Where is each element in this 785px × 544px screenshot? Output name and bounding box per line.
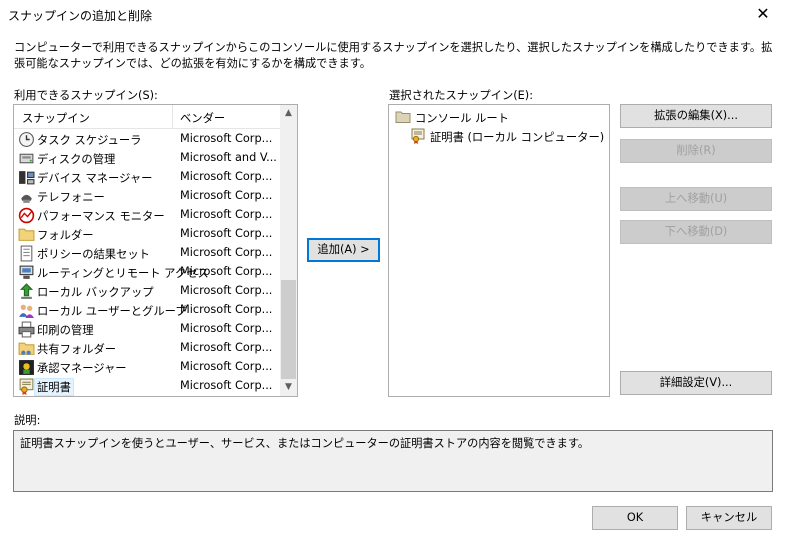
column-header-snapin[interactable]: スナップイン [22,110,90,126]
list-item[interactable]: 印刷の管理 Microsoft Corp... [14,320,282,339]
list-item[interactable]: パフォーマンス モニター Microsoft Corp... [14,206,282,225]
list-item[interactable]: テレフォニー Microsoft Corp... [14,187,282,206]
certificate-icon [19,378,34,395]
snapin-name: テレフォニー [37,191,105,204]
snapin-vendor: Microsoft Corp... [180,227,273,240]
remove-button[interactable]: 削除(R) [620,139,772,163]
tree-node-label: 証明書 (ローカル コンピューター) [430,131,605,144]
snapin-name: ローカル バックアップ [37,286,154,299]
snapin-vendor: Microsoft Corp... [180,246,273,259]
scroll-down-icon[interactable]: ▼ [280,379,297,396]
snapin-vendor: Microsoft Corp... [180,284,273,297]
snapin-vendor: Microsoft Corp... [180,341,273,354]
telephony-icon [21,194,32,203]
list-item[interactable]: フォルダー Microsoft Corp... [14,225,282,244]
snapin-vendor: Microsoft Corp... [180,208,273,221]
list-rows: タスク スケジューラ Microsoft Corp... ディスクの管理 Micros… [14,130,282,396]
printer-icon [18,321,35,338]
clock-icon [19,132,34,147]
explanation-box: 証明書スナップインを使うとユーザー、サービス、またはコンピューターの証明書ストア… [13,430,773,492]
tree-node-label: コンソール ルート [415,112,509,125]
title-bar: スナップインの追加と削除 ✕ [0,0,785,30]
available-snapins-list[interactable]: スナップイン ベンダー タスク スケジューラ Microsoft Corp... デ… [13,104,298,397]
snapin-name: ディスクの管理 [37,153,116,166]
snapin-name: 承認マネージャー [37,362,127,375]
add-button[interactable]: 追加(A) > [307,238,380,262]
edit-extensions-button[interactable]: 拡張の編集(X)... [620,104,772,128]
folder-icon [18,228,35,241]
snapin-vendor: Microsoft and V... [180,151,277,164]
ok-button[interactable]: OK [592,506,678,530]
certificate-icon [411,128,425,144]
backup-icon [19,283,34,299]
list-item[interactable]: タスク スケジューラ Microsoft Corp... [14,130,282,149]
shared-folder-icon [18,342,35,355]
snapin-name: 印刷の管理 [37,324,94,337]
close-icon[interactable]: ✕ [741,0,785,30]
snapin-name: 証明書 [34,378,74,396]
scroll-up-icon[interactable]: ▲ [280,105,297,122]
folder-icon [395,111,411,123]
available-snapins-label: 利用できるスナップイン(S): [14,89,158,102]
snapin-vendor: Microsoft Corp... [180,360,273,373]
list-item[interactable]: ディスクの管理 Microsoft and V... [14,149,282,168]
policy-icon [20,245,33,262]
vertical-scrollbar[interactable]: ▲ ▼ [280,105,297,396]
snapin-name: フォルダー [37,229,94,242]
performance-monitor-icon [18,207,35,224]
snapin-vendor: Microsoft Corp... [180,303,273,316]
authorization-icon [19,360,34,375]
window-title: スナップインの追加と削除 [8,9,153,23]
list-item[interactable]: 承認マネージャー Microsoft Corp... [14,358,282,377]
list-item[interactable]: ローカル ユーザーとグループ Microsoft Corp... [14,301,282,320]
routing-icon [19,265,34,279]
list-item[interactable]: 証明書 Microsoft Corp... [14,377,282,396]
column-header-vendor[interactable]: ベンダー [180,110,225,126]
cancel-button[interactable]: キャンセル [686,506,772,530]
list-item[interactable]: 共有フォルダー Microsoft Corp... [14,339,282,358]
list-item[interactable]: ポリシーの結果セット Microsoft Corp... [14,244,282,263]
snapin-name: タスク スケジューラ [37,134,142,147]
snapin-vendor: Microsoft Corp... [180,322,273,335]
disk-icon [19,153,34,164]
explanation-label: 説明: [14,414,41,427]
snapin-name: パフォーマンス モニター [37,210,165,223]
list-item[interactable]: ローカル バックアップ Microsoft Corp... [14,282,282,301]
snapin-vendor: Microsoft Corp... [180,132,273,145]
selected-snapins-label: 選択されたスナップイン(E): [389,89,534,102]
move-down-button[interactable]: 下へ移動(D) [620,220,772,244]
scrollbar-thumb[interactable] [281,280,296,379]
snapin-name: デバイス マネージャー [37,172,153,185]
list-item[interactable]: ルーティングとリモート アクセス Microsoft Corp... [14,263,282,282]
users-icon [19,304,34,318]
snapin-vendor: Microsoft Corp... [180,170,273,183]
device-manager-icon [19,171,35,185]
snapin-name: ローカル ユーザーとグループ [37,305,187,318]
list-header: スナップイン ベンダー [14,105,282,129]
snapin-vendor: Microsoft Corp... [180,189,273,202]
selected-snapins-tree[interactable]: コンソール ルート 証明書 (ローカル コンピューター) [388,104,610,397]
list-item[interactable]: デバイス マネージャー Microsoft Corp... [14,168,282,187]
move-up-button[interactable]: 上へ移動(U) [620,187,772,211]
dialog-description: コンピューターで利用できるスナップインからこのコンソールに使用するスナップインを… [14,41,773,70]
snapin-name: 共有フォルダー [37,343,117,356]
snapin-vendor: Microsoft Corp... [180,265,273,278]
snapin-vendor: Microsoft Corp... [180,379,273,392]
advanced-button[interactable]: 詳細設定(V)... [620,371,772,395]
snapin-name: ポリシーの結果セット [37,248,150,261]
